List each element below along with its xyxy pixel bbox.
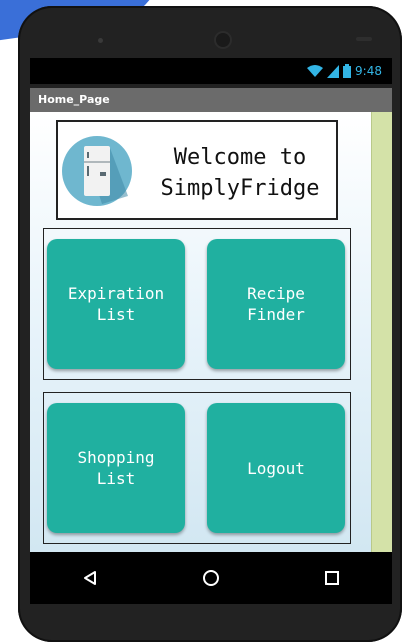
app-title-bar: Home_Page <box>30 88 392 112</box>
fridge-icon <box>62 136 132 206</box>
battery-icon <box>343 64 352 78</box>
navigation-bar <box>30 552 392 604</box>
app-screen: Welcome to SimplyFridge Expiration List … <box>30 112 392 552</box>
scrollbar[interactable] <box>371 112 392 552</box>
recipe-finder-button[interactable]: Recipe Finder <box>207 239 345 369</box>
welcome-line-1: Welcome to <box>173 145 307 170</box>
app-name: SimplyFridge <box>160 176 320 201</box>
button-row-bottom: Shopping List Logout <box>43 392 351 544</box>
app-title: Home_Page <box>38 93 110 106</box>
expiration-list-button[interactable]: Expiration List <box>47 239 185 369</box>
earpiece <box>216 33 230 47</box>
welcome-panel: Welcome to SimplyFridge <box>56 120 338 220</box>
button-row-top: Expiration List Recipe Finder <box>43 228 351 380</box>
logout-button[interactable]: Logout <box>207 403 345 533</box>
home-icon <box>202 570 219 586</box>
status-bar: 9:48 <box>30 58 392 84</box>
welcome-heading: Welcome to SimplyFridge <box>142 142 338 204</box>
shopping-list-button[interactable]: Shopping List <box>47 403 185 533</box>
wifi-icon <box>307 64 324 77</box>
recents-button[interactable] <box>312 558 352 598</box>
status-time: 9:48 <box>355 64 382 78</box>
back-icon <box>84 571 97 585</box>
signal-icon <box>327 64 340 78</box>
home-button[interactable] <box>191 558 231 598</box>
front-camera <box>98 38 103 43</box>
proximity-sensor <box>356 37 372 41</box>
recents-icon <box>324 571 339 585</box>
back-button[interactable] <box>70 558 110 598</box>
